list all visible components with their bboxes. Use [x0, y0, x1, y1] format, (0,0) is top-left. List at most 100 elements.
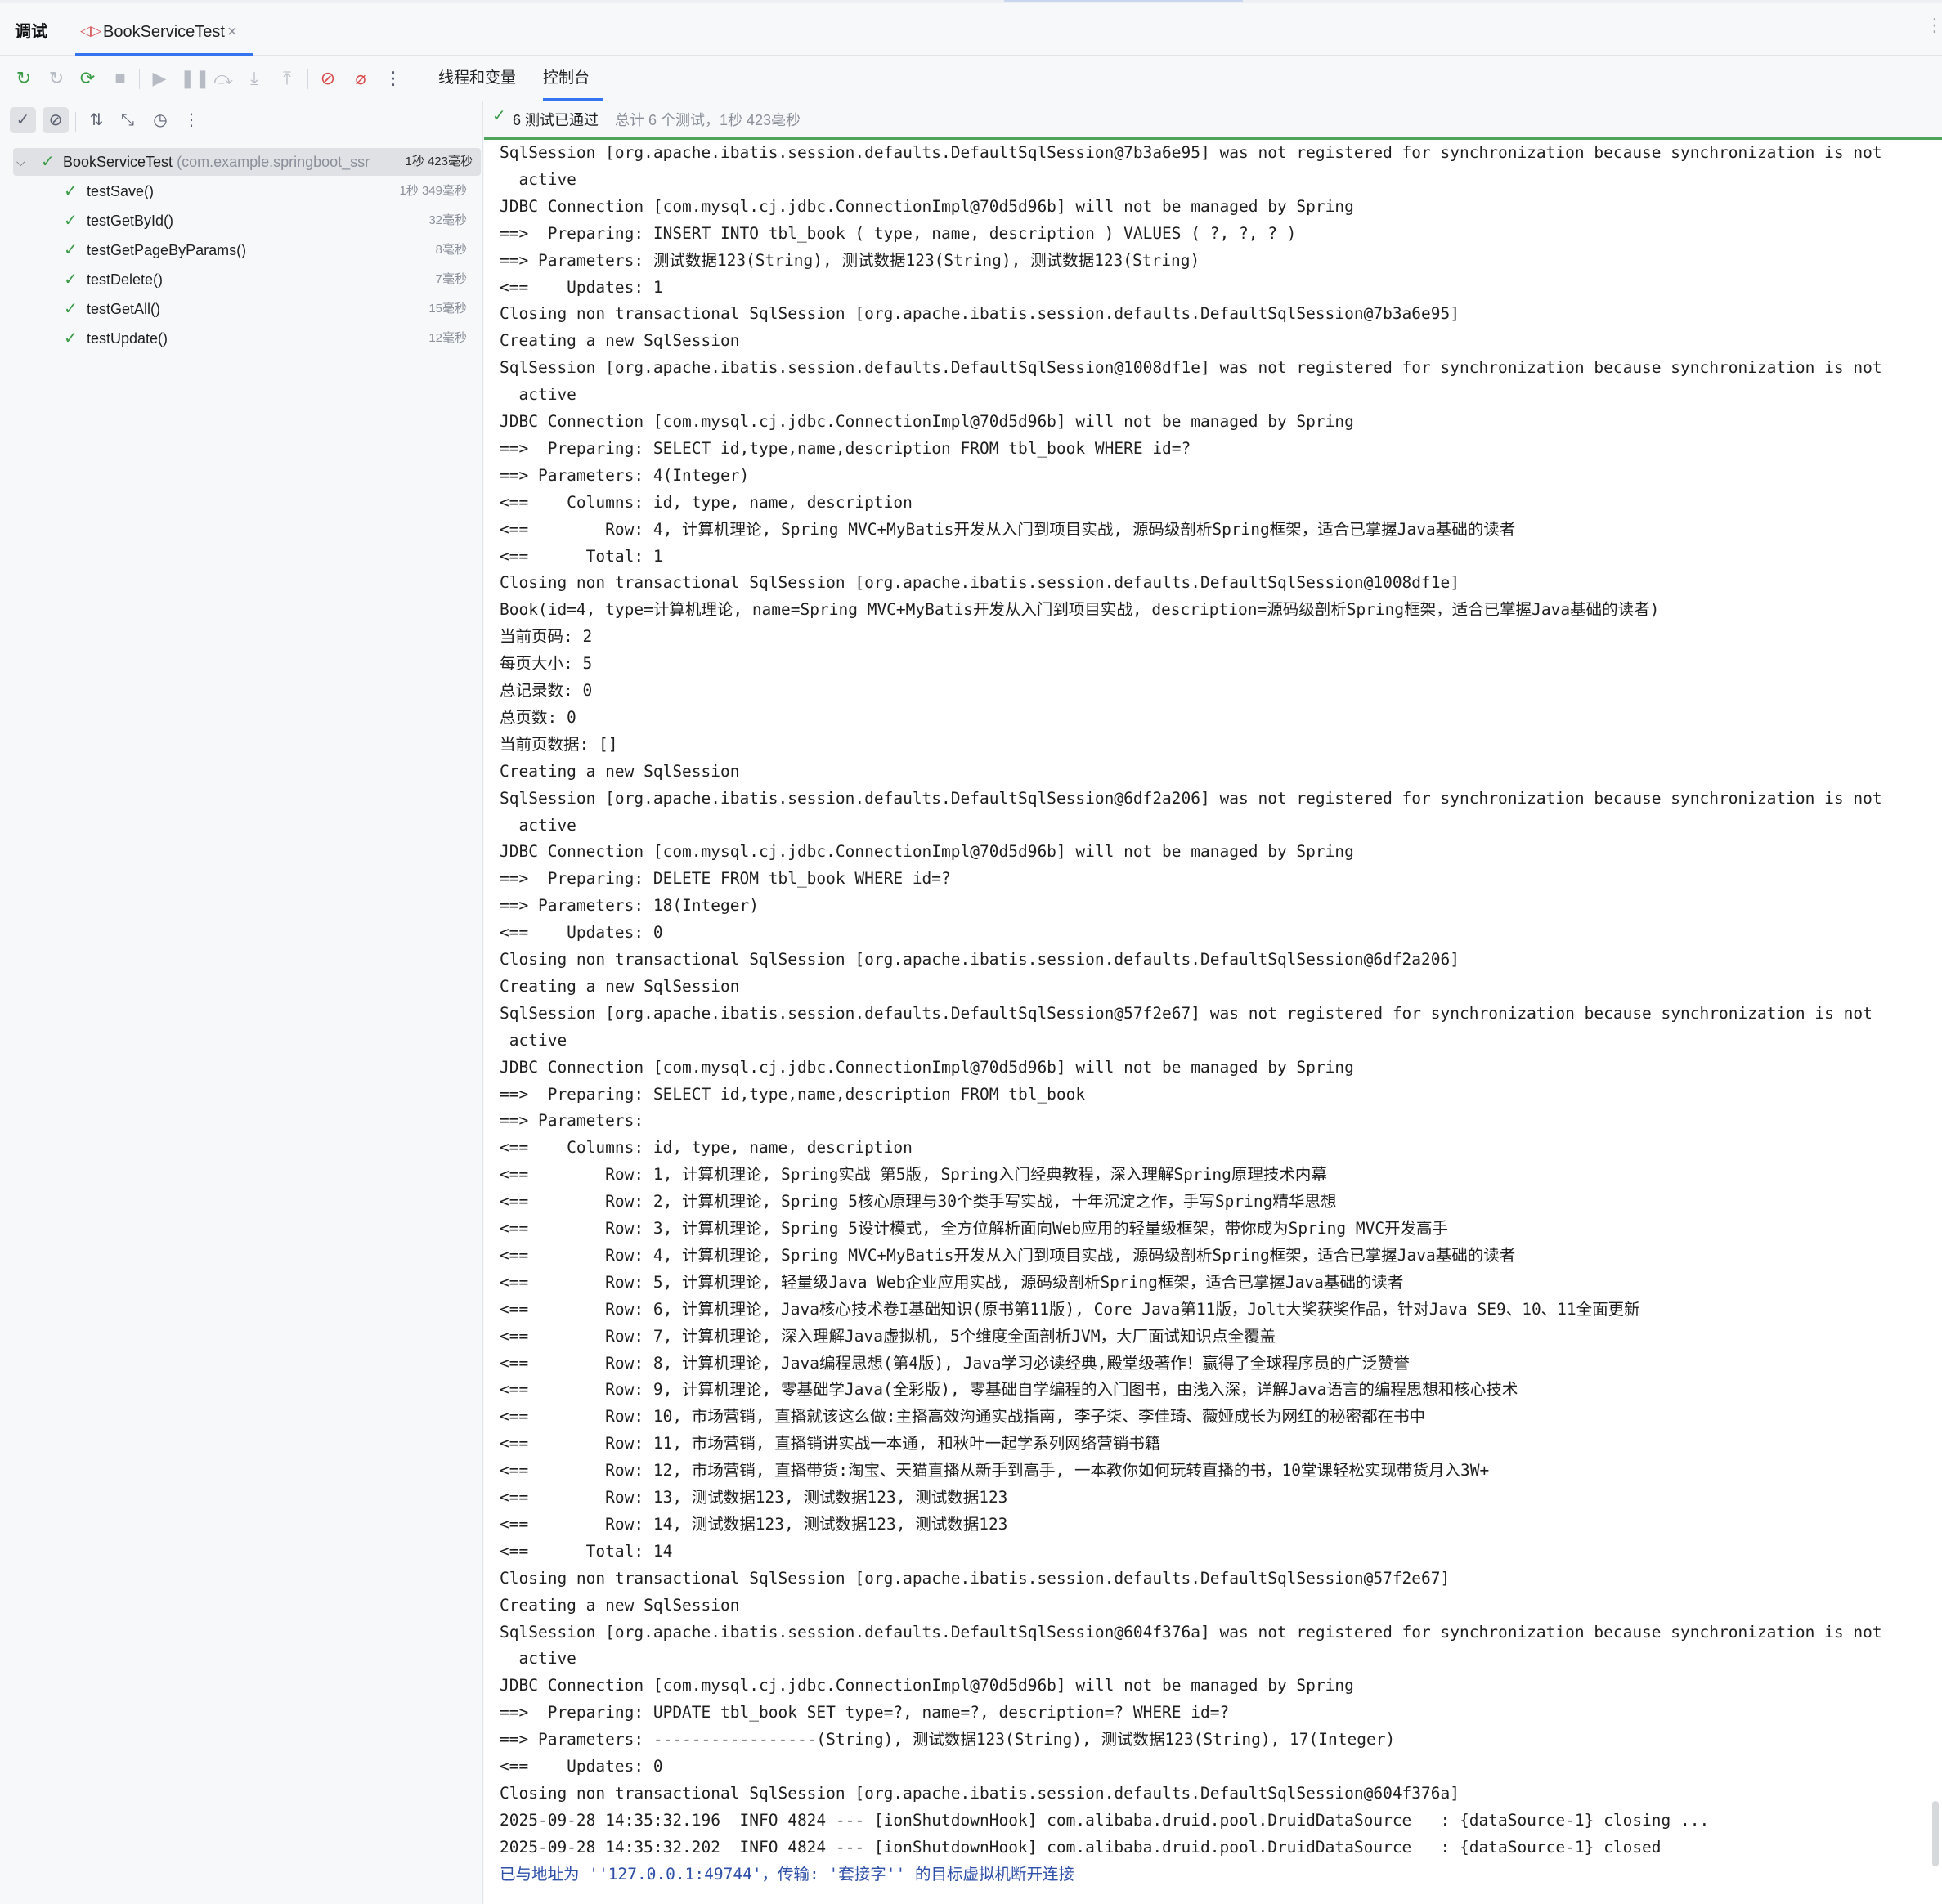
- test-tree-panel: ✓ ⊘ ⇅ ⤡ ◷ ⋮ ⌵ ✓ BookServiceTest (com.exa…: [0, 101, 483, 1904]
- close-tab-icon[interactable]: ×: [227, 3, 237, 60]
- console-output[interactable]: SqlSession [org.apache.ibatis.session.de…: [484, 140, 1942, 1904]
- console-line: ==> Parameters: 18(Integer): [500, 896, 759, 915]
- toolbar-divider: [307, 69, 308, 89]
- console-panel: ✓ 6 测试已通过 总计 6 个测试，1秒 423毫秒 SqlSession […: [484, 101, 1942, 1904]
- console-line: ==> Preparing: DELETE FROM tbl_book WHER…: [500, 869, 951, 888]
- console-line: <== Row: 5, 计算机理论, 轻量级Java Web企业应用实战, 源码…: [500, 1273, 1404, 1292]
- test-duration: 8毫秒: [435, 243, 467, 257]
- console-line: active: [500, 816, 576, 835]
- console-line: ==> Preparing: SELECT id,type,name,descr…: [500, 439, 1191, 458]
- console-line: 总记录数: 0: [500, 681, 593, 700]
- tab-threads-variables[interactable]: 线程和变量: [438, 56, 516, 101]
- console-line: active: [500, 1649, 576, 1668]
- debug-tool-title[interactable]: 调试: [15, 3, 47, 56]
- tab-book-service-test[interactable]: ◁▷ BookServiceTest ×: [75, 3, 253, 56]
- console-line: <== Row: 14, 测试数据123, 测试数据123, 测试数据123: [500, 1515, 1008, 1534]
- collapse-all-icon[interactable]: ⤡: [114, 107, 141, 133]
- console-line: <== Row: 3, 计算机理论, Spring 5设计模式, 全方位解析面向…: [500, 1219, 1449, 1238]
- test-status-bar: ✓ 6 测试已通过 总计 6 个测试，1秒 423毫秒: [484, 101, 1942, 137]
- console-line: SqlSession [org.apache.ibatis.session.de…: [500, 789, 1882, 808]
- test-tree-root[interactable]: ⌵ ✓ BookServiceTest (com.example.springb…: [13, 148, 481, 176]
- console-line: JDBC Connection [com.mysql.cj.jdbc.Conne…: [500, 1058, 1354, 1077]
- console-line: 当前页数据: []: [500, 735, 618, 754]
- show-passed-icon[interactable]: ✓: [10, 107, 36, 133]
- passed-check-icon: ✓: [64, 300, 78, 318]
- test-name: testGetById(): [87, 213, 174, 229]
- step-into-icon[interactable]: ⤓: [242, 66, 267, 91]
- mute-breakpoints-icon[interactable]: ⌀: [348, 66, 373, 91]
- console-line: Creating a new SqlSession: [500, 331, 740, 350]
- more-options-icon[interactable]: ⋮: [178, 107, 204, 133]
- more-options-icon[interactable]: ⋮: [1926, 15, 1942, 36]
- console-line: Closing non transactional SqlSession [or…: [500, 1569, 1451, 1588]
- console-line: <== Row: 6, 计算机理论, Java核心技术卷I基础知识(原书第11版…: [500, 1300, 1640, 1319]
- console-line: 已与地址为 ''127.0.0.1:49744'，传输: '套接字'' 的目标虚…: [500, 1865, 1075, 1884]
- tab-console[interactable]: 控制台: [543, 56, 603, 101]
- console-line: <== Updates: 0: [500, 923, 663, 942]
- top-scroll-indicator: [1004, 0, 1243, 2]
- more-actions-icon[interactable]: ⋮: [381, 66, 406, 91]
- console-line: Closing non transactional SqlSession [or…: [500, 304, 1460, 323]
- test-class-icon: ◁▷: [80, 23, 102, 38]
- console-line: 每页大小: 5: [500, 654, 593, 673]
- passed-check-icon: ✓: [64, 241, 78, 259]
- console-line: Book(id=4, type=计算机理论, name=Spring MVC+M…: [500, 600, 1660, 619]
- console-line: ==> Parameters:: [500, 1111, 653, 1130]
- rerun-failed-icon[interactable]: ↻: [44, 66, 69, 91]
- console-line: <== Row: 11, 市场营销, 直播销讲实战一本通, 和秋叶一起学系列网络…: [500, 1434, 1161, 1453]
- test-item[interactable]: ✓ testGetAll() 15毫秒: [0, 295, 483, 323]
- test-duration: 12毫秒: [428, 331, 467, 345]
- stop-icon[interactable]: ■: [108, 66, 132, 91]
- console-line: <== Columns: id, type, name, description: [500, 493, 913, 512]
- console-line: JDBC Connection [com.mysql.cj.jdbc.Conne…: [500, 1676, 1354, 1695]
- test-item[interactable]: ✓ testSave() 1秒 349毫秒: [0, 177, 483, 205]
- resume-icon[interactable]: ▶: [147, 66, 172, 91]
- console-line: 总页数: 0: [500, 708, 576, 727]
- passed-check-icon: ✓: [64, 212, 78, 230]
- console-line: ==> Preparing: INSERT INTO tbl_book ( ty…: [500, 224, 1297, 243]
- console-line: 当前页码: 2: [500, 627, 593, 646]
- sort-alphabetically-icon[interactable]: ⇅: [83, 107, 110, 133]
- console-line: Closing non transactional SqlSession [or…: [500, 1784, 1460, 1803]
- console-line: <== Row: 13, 测试数据123, 测试数据123, 测试数据123: [500, 1488, 1008, 1507]
- view-breakpoints-icon[interactable]: ⊘: [316, 66, 340, 91]
- test-item[interactable]: ✓ testDelete() 7毫秒: [0, 266, 483, 293]
- console-line: <== Row: 8, 计算机理论, Java编程思想(第4版), Java学习…: [500, 1354, 1410, 1373]
- step-out-icon[interactable]: ⤒: [275, 66, 299, 91]
- chevron-down-icon[interactable]: ⌵: [16, 148, 25, 176]
- console-line: <== Row: 12, 市场营销, 直播带货:淘宝、天猫直播从新手到高手, 一…: [500, 1461, 1490, 1480]
- test-item[interactable]: ✓ testGetById() 32毫秒: [0, 207, 483, 235]
- console-line: <== Updates: 0: [500, 1757, 663, 1776]
- console-line: JDBC Connection [com.mysql.cj.jdbc.Conne…: [500, 412, 1354, 431]
- debug-toolbar: ↻ ↻ ⟳ ■ ▶ ❚❚ ⤼ ⤓ ⤒ ⊘ ⌀ ⋮ 线程和变量 控制台: [0, 56, 1942, 101]
- console-line: <== Row: 4, 计算机理论, Spring MVC+MyBatis开发从…: [500, 1246, 1516, 1265]
- console-line: <== Row: 1, 计算机理论, Spring实战 第5版, Spring入…: [500, 1165, 1327, 1184]
- console-line: ==> Parameters: 4(Integer): [500, 466, 750, 485]
- console-line: ==> Preparing: UPDATE tbl_book SET type=…: [500, 1703, 1230, 1722]
- console-line: SqlSession [org.apache.ibatis.session.de…: [500, 1004, 1872, 1023]
- console-line: <== Updates: 1: [500, 278, 663, 297]
- console-line: <== Row: 10, 市场营销, 直播就该这么做:主播高效沟通实战指南, 李…: [500, 1407, 1426, 1426]
- step-over-icon[interactable]: ⤼: [211, 66, 235, 91]
- passed-check-icon: ✓: [492, 107, 506, 125]
- console-line: active: [500, 1031, 567, 1050]
- test-item[interactable]: ✓ testUpdate() 12毫秒: [0, 325, 483, 352]
- passed-check-icon: ✓: [41, 153, 55, 171]
- console-line: SqlSession [org.apache.ibatis.session.de…: [500, 358, 1882, 377]
- rerun-automatically-icon[interactable]: ⟳: [75, 66, 100, 91]
- console-line: <== Row: 7, 计算机理论, 深入理解Java虚拟机, 5个维度全面剖析…: [500, 1327, 1276, 1346]
- show-ignored-icon[interactable]: ⊘: [43, 107, 69, 133]
- test-duration: 1秒 349毫秒: [399, 184, 467, 198]
- test-item[interactable]: ✓ testGetPageByParams() 8毫秒: [0, 236, 483, 264]
- console-line: Creating a new SqlSession: [500, 762, 740, 781]
- console-line: active: [500, 170, 576, 189]
- rerun-icon[interactable]: ↻: [11, 66, 36, 91]
- passed-check-icon: ✓: [64, 271, 78, 289]
- test-duration: 15毫秒: [428, 302, 467, 316]
- sort-by-duration-icon[interactable]: ◷: [147, 107, 173, 133]
- console-scrollbar[interactable]: [1932, 1801, 1939, 1866]
- tests-passed-label: 6 测试已通过: [513, 112, 599, 128]
- pause-icon[interactable]: ❚❚: [180, 66, 210, 91]
- toolbar-divider: [75, 112, 76, 132]
- console-line: Closing non transactional SqlSession [or…: [500, 573, 1460, 592]
